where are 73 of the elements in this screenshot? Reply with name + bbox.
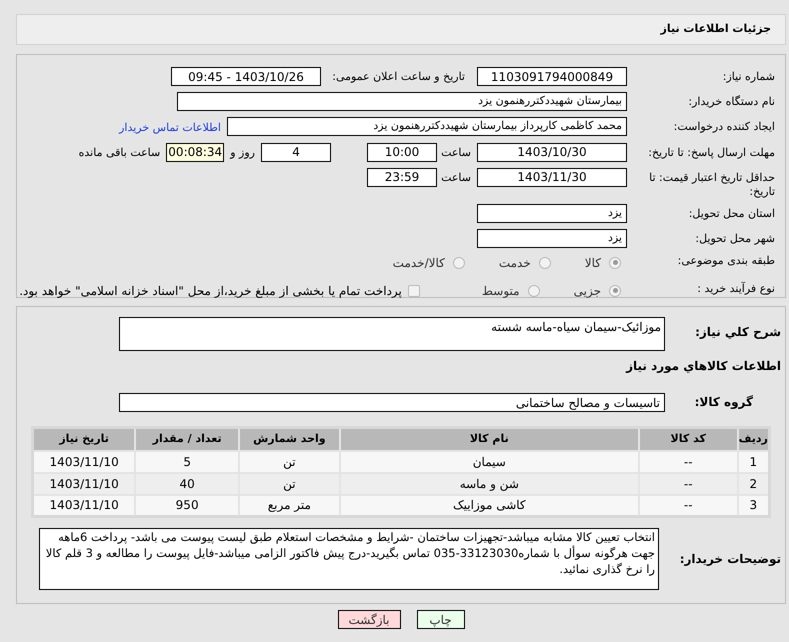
column-header: نام کالا (340, 428, 639, 450)
table-cell: متر مربع (239, 494, 340, 516)
field-value: 00:08:34 (166, 142, 224, 162)
field-value: محمد کاظمی کارپرداز بیمارستان شهیددکتررهنمون یزد (227, 117, 627, 136)
field-value: 4 (261, 142, 331, 162)
table-cell: سیمان (340, 450, 639, 472)
field-label: ایجاد کننده درخواست: (672, 119, 775, 134)
table-cell: شن و ماسه (340, 472, 639, 494)
table-cell: 5 (135, 450, 239, 472)
field-label: حداقل تاریخ اعتبار قیمت: تا تاریخ: (648, 170, 775, 198)
table-cell: 1403/11/10 (32, 450, 136, 472)
field-label: گروه کالا: (694, 394, 754, 411)
radio-button[interactable] (452, 256, 465, 268)
table-cell: -- (638, 450, 738, 472)
table-cell: -- (638, 494, 738, 516)
column-header: واحد شمارش (239, 428, 340, 450)
field-label: تاریخ و ساعت اعلان عمومی: (331, 69, 466, 84)
table-cell: 3 (738, 494, 770, 516)
field-label: نوع فرآیند خرید : (696, 282, 775, 296)
table-cell: 950 (135, 494, 239, 516)
field-label: مهلت ارسال پاسخ: تا تاریخ: (647, 144, 775, 160)
field-value: 1403/10/26 - 09:45 (171, 67, 321, 86)
radio-label: جزیی (574, 282, 601, 300)
radio-button[interactable] (538, 256, 551, 268)
table-cell: 1403/11/10 (32, 494, 136, 516)
checkbox-label: پرداخت تمام یا بخشی از مبلغ خرید،از محل "اسناد خزانه اسلامی" خواهد بود. (19, 282, 402, 300)
field-value: 23:59 (367, 168, 437, 186)
table-cell: 1 (738, 450, 770, 472)
section-heading: اطلاعات کالاهاي مورد نیاز (626, 358, 781, 375)
field-label: نام دستگاه خریدار: (687, 94, 775, 109)
page-title: جزئیات اطلاعات نیاز (660, 21, 771, 38)
table-cell: تن (239, 450, 340, 472)
column-header: تاریخ نیاز (32, 428, 136, 450)
table-cell: 40 (135, 472, 239, 494)
column-header: کد کالا (638, 428, 738, 450)
field-value: 10:00 (367, 142, 437, 162)
column-header: ردیف (738, 428, 770, 450)
field-label: شهر محل تحویل: (694, 230, 775, 246)
summary-textarea[interactable]: موزائیک-سیمان سیاه-ماسه شسته (119, 317, 665, 351)
radio-label: کالا (584, 254, 601, 272)
radio-label: متوسط (482, 282, 520, 300)
field-label: استان محل تحویل: (688, 206, 775, 220)
field-label: شماره نیاز: (722, 69, 775, 84)
field-value: 1403/11/30 (477, 168, 627, 186)
field-label: طبقه بندی موضوعی: (676, 254, 775, 268)
field-value: یزد (477, 228, 627, 248)
field-value: 1403/10/30 (477, 142, 627, 162)
field-label: ساعت (443, 170, 471, 184)
field-value: تاسیسات و مصالح ساختمانی (119, 393, 665, 412)
table-cell: 1403/11/10 (32, 472, 136, 494)
table-cell: کاشی موزاییک (340, 494, 639, 516)
radio-button[interactable] (609, 284, 621, 296)
field-label: شرح کلي نیاز: (694, 324, 781, 341)
radio-label: خدمت (498, 254, 531, 272)
field-label: توضیحات خریدار: (678, 551, 781, 568)
field-value: 1103091794000849 (477, 67, 627, 86)
checkbox[interactable] (408, 284, 420, 296)
radio-label: کالا/خدمت (392, 254, 445, 272)
table-cell: -- (638, 472, 738, 494)
notes-textarea[interactable]: انتخاب تعیین کالا مشابه میباشد-تجهیزات ساختمان -شرایط و مشخصات استعلام طبق لیست پیوست می باشد- پرداخت 6ماهه جهت هرگونه سوأل با شماره33123030-035 تماس بگیرید-درج پیش فاکتور الزامی میباشد-فایل پیوست را مطالعه و 3 قلم کالا را نرخ گذاری نمائید. (39, 528, 659, 590)
column-header: تعداد / مقدار (135, 428, 239, 450)
table-cell: 2 (738, 472, 770, 494)
print-button[interactable]: چاپ (416, 610, 464, 629)
field-value: یزد (477, 204, 627, 222)
field-label: ساعت باقی مانده (78, 144, 160, 160)
field-label: روز و (230, 144, 255, 160)
back-button[interactable]: بازگشت (338, 610, 400, 629)
field-label: ساعت (443, 144, 471, 160)
buyer-contact-link[interactable]: اطلاعات تماس خریدار (119, 117, 221, 136)
radio-button[interactable] (609, 256, 621, 268)
table-cell: تن (239, 472, 340, 494)
field-value: بیمارستان شهیددکتررهنمون یزد (177, 92, 627, 111)
radio-button[interactable] (528, 284, 540, 296)
